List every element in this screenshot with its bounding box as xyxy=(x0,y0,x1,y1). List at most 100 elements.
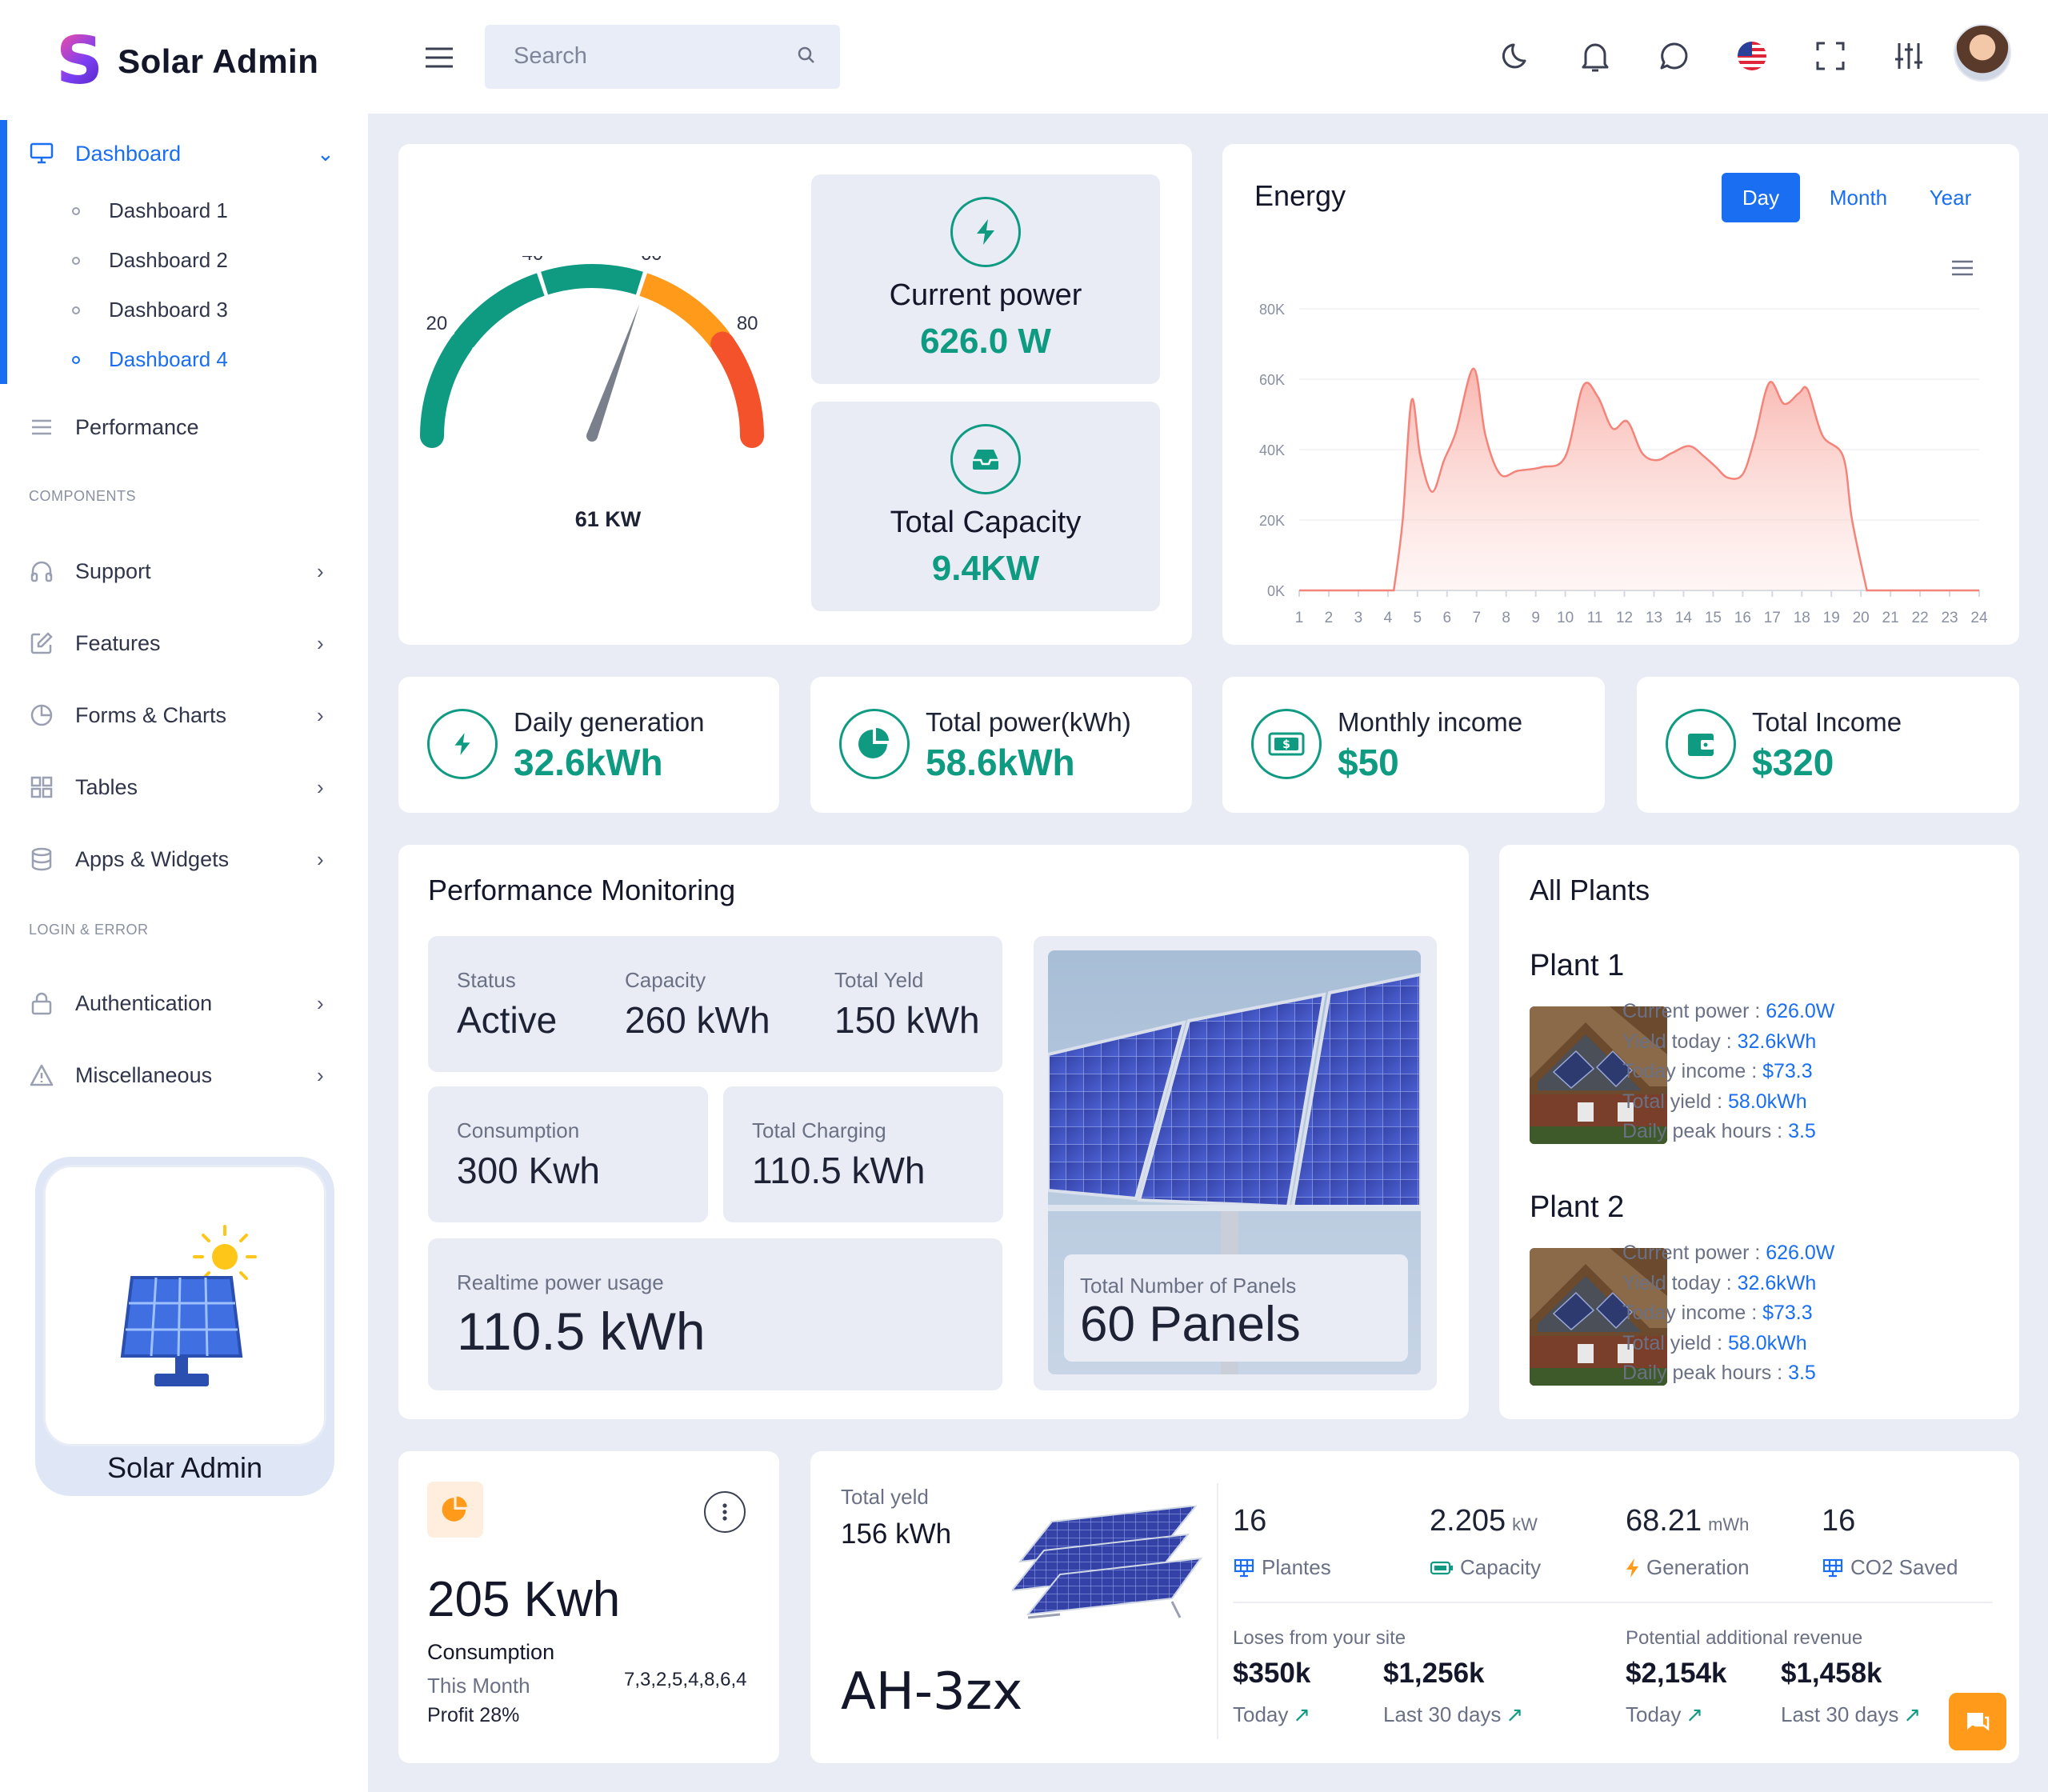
sidebar-item-label: Authentication xyxy=(75,990,213,1015)
more-options-icon[interactable] xyxy=(704,1491,746,1533)
y-tick-label: 20K xyxy=(1259,513,1285,529)
metric-value: 16 xyxy=(1233,1504,1267,1538)
x-tick-label: 12 xyxy=(1616,610,1633,624)
menu-toggle-icon[interactable] xyxy=(424,46,454,69)
solar-panel-icon xyxy=(1822,1558,1843,1577)
nav-active-indicator xyxy=(0,120,7,384)
chat-widget-button[interactable] xyxy=(1949,1693,2006,1750)
area-fill xyxy=(1299,368,1979,590)
sidebar-item-authentication[interactable]: Authentication › xyxy=(29,990,324,1016)
x-tick-label: 15 xyxy=(1705,610,1722,624)
plants-card: All Plants Plant 1 Current power : 626.0… xyxy=(1499,845,2019,1419)
sidebar-sub-label: Dashboard 1 xyxy=(109,198,228,222)
divider xyxy=(1217,1483,1218,1739)
sidebar-item-tables[interactable]: Tables › xyxy=(29,774,324,800)
plant-name[interactable]: Plant 2 xyxy=(1530,1190,1624,1225)
plant-info-label: Today income : xyxy=(1622,1060,1758,1082)
panels-value: 60 Panels xyxy=(1080,1297,1301,1352)
sidebar-item-dashboard[interactable]: Dashboard ⌄ xyxy=(29,141,334,166)
x-tick-label: 1 xyxy=(1295,610,1304,624)
current-power-tile: Current power 626.0 W xyxy=(811,174,1160,384)
moon-icon[interactable] xyxy=(1501,40,1533,72)
sidebar-item-miscellaneous[interactable]: Miscellaneous › xyxy=(29,1062,324,1088)
sidebar-item-label: Miscellaneous xyxy=(75,1062,213,1087)
sidebar-sub-dashboard-3[interactable]: Dashboard 3 xyxy=(72,298,228,322)
energy-card: Energy Day Month Year 80K 60K 40K 20K 0K 1 2 3 4… xyxy=(1222,144,2019,645)
fullscreen-icon[interactable] xyxy=(1814,40,1846,72)
x-tick-label: 22 xyxy=(1912,610,1929,624)
losses-label: Loses from your site xyxy=(1233,1627,1406,1649)
chevron-right-icon: › xyxy=(317,774,324,799)
profit-label: Profit 28% xyxy=(427,1704,520,1726)
search-input[interactable]: Search xyxy=(485,25,840,89)
metric-value: 68.21 xyxy=(1626,1504,1702,1538)
total-yield-value: 156 kWh xyxy=(841,1518,952,1550)
us-flag-icon[interactable] xyxy=(1736,40,1768,72)
sidebar-item-label: Forms & Charts xyxy=(75,702,227,727)
inbox-icon xyxy=(950,424,1021,494)
sidebar-item-performance[interactable]: Performance xyxy=(29,414,199,440)
settings-sliders-icon[interactable] xyxy=(1893,40,1925,72)
message-icon xyxy=(1967,1713,1990,1731)
stat-card-total-power: Total power(kWh) 58.6kWh xyxy=(810,677,1192,813)
x-tick-label: 17 xyxy=(1764,610,1781,624)
chevron-right-icon: › xyxy=(317,846,324,871)
metric-label-co2: CO2 Saved xyxy=(1822,1555,1958,1580)
plant-name[interactable]: Plant 1 xyxy=(1530,949,1624,983)
period-text: Today xyxy=(1626,1702,1682,1726)
chevron-right-icon: › xyxy=(317,990,324,1015)
x-tick-label: 24 xyxy=(1970,610,1988,624)
y-tick-label: 60K xyxy=(1259,372,1285,388)
bell-icon[interactable] xyxy=(1579,40,1611,74)
sidebar-sub-dashboard-4[interactable]: Dashboard 4 xyxy=(72,347,228,372)
realtime-label: Realtime power usage xyxy=(457,1270,664,1294)
x-tick-label: 2 xyxy=(1325,610,1334,624)
gauge-segment xyxy=(541,264,643,295)
status-value: Active xyxy=(457,999,558,1041)
sidebar-item-features[interactable]: Features › xyxy=(29,630,324,656)
plant-info-label: Daily peak hours : xyxy=(1622,1362,1783,1384)
tab-day[interactable]: Day xyxy=(1722,173,1800,222)
sidebar-item-support[interactable]: Support › xyxy=(29,558,324,584)
total-capacity-tile: Total Capacity 9.4KW xyxy=(811,402,1160,611)
tab-year[interactable]: Year xyxy=(1910,173,1990,222)
sidebar-item-apps-widgets[interactable]: Apps & Widgets › xyxy=(29,846,324,872)
gauge-hub xyxy=(586,430,598,442)
arrow-up-right-icon: ↗ xyxy=(1293,1702,1311,1726)
plant-info-label: Current power : xyxy=(1622,1000,1761,1022)
brand-logo[interactable]: S Solar Admin xyxy=(56,29,318,94)
metric-number: 16 xyxy=(1233,1504,1273,1538)
sidebar-item-label: Features xyxy=(75,630,161,655)
x-tick-label: 20 xyxy=(1853,610,1870,624)
money-period: Today ↗ xyxy=(1233,1702,1310,1727)
gauge-tick-label: 80 xyxy=(737,313,758,334)
x-tick-label: 3 xyxy=(1354,610,1363,624)
solar-panel-icon xyxy=(1234,1558,1254,1577)
status-label: Status xyxy=(457,968,516,992)
status-tile: Status Active Capacity 260 kWh Total Yel… xyxy=(428,936,1002,1072)
search-icon[interactable] xyxy=(797,46,816,65)
total-yield-label: Total yeld xyxy=(841,1485,929,1509)
stat-label: Monthly income xyxy=(1338,707,1523,737)
promo-card: Solar Admin xyxy=(35,1157,334,1496)
sidebar-item-forms-charts[interactable]: Forms & Charts › xyxy=(29,702,324,728)
user-avatar[interactable] xyxy=(1954,24,2011,82)
solar-array-illustration xyxy=(1012,1506,1203,1619)
sidebar-sub-dashboard-1[interactable]: Dashboard 1 xyxy=(72,198,228,223)
chat-icon[interactable] xyxy=(1658,40,1690,72)
bullet-icon xyxy=(72,306,80,314)
gauge-needle xyxy=(586,304,640,438)
stat-label: Total power(kWh) xyxy=(926,707,1131,737)
monitor-icon xyxy=(29,141,54,166)
energy-area-chart: 80K60K40K20K0K1 2 3 4 5 6 7 8 9 10 11 12 13 14 15 16 17 1… xyxy=(1259,302,1988,624)
tab-month[interactable]: Month xyxy=(1814,173,1902,222)
bullet-icon xyxy=(72,256,80,265)
metric-unit: kW xyxy=(1512,1514,1538,1534)
pie-chart-icon xyxy=(427,1482,483,1538)
y-tick-label: 0K xyxy=(1267,583,1285,599)
bullet-icon xyxy=(72,355,80,364)
wallet-icon xyxy=(1666,709,1736,779)
x-tick-label: 14 xyxy=(1675,610,1693,624)
bullet-icon xyxy=(72,206,80,215)
sidebar-sub-dashboard-2[interactable]: Dashboard 2 xyxy=(72,248,228,273)
